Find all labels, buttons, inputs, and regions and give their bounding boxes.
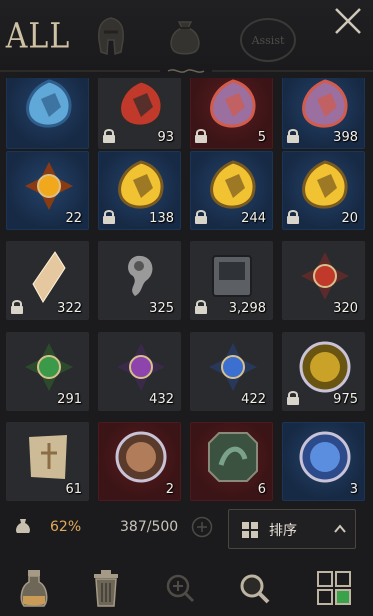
trash-icon[interactable] (86, 566, 126, 610)
ornament-divider (0, 69, 373, 73)
lock-icon (287, 129, 299, 143)
item-count: 291 (57, 392, 82, 407)
golden-rainbow-ore-icon (118, 160, 164, 209)
blue-crystal-icon (26, 79, 72, 128)
close-icon[interactable] (333, 6, 363, 36)
treasure-map-icon (29, 435, 67, 479)
inventory-slot[interactable]: 2 (98, 422, 181, 501)
inventory-footer: 62% 387/500 排序 (0, 505, 373, 555)
item-count: 422 (241, 392, 266, 407)
item-count: 432 (149, 392, 174, 407)
inventory-slot[interactable]: 244 (190, 151, 273, 230)
item-count: 322 (57, 301, 82, 316)
inventory-slot[interactable]: 5 (190, 78, 273, 149)
inventory-slot[interactable]: 3 (282, 422, 365, 501)
lock-icon (103, 129, 115, 143)
item-count: 93 (157, 130, 174, 145)
inventory-grid: 93 5 398 22 138 244 20 322 325 3,298 320 … (6, 78, 367, 504)
item-count: 325 (149, 301, 174, 316)
item-count: 6 (257, 482, 266, 497)
tab-all[interactable]: ALL (6, 11, 70, 62)
golden-rainbow-ore-icon (302, 160, 348, 209)
golden-rainbow-ore-icon (210, 160, 256, 209)
weight-icon (16, 519, 30, 533)
lock-icon (195, 300, 207, 314)
crystal-shard-icon (32, 251, 66, 303)
item-count: 5 (257, 130, 266, 145)
sort-dropdown[interactable]: 排序 (228, 509, 356, 549)
inventory-slot[interactable]: 422 (190, 332, 273, 411)
expand-capacity-button[interactable] (191, 516, 213, 538)
inventory-slot[interactable]: 61 (6, 422, 89, 501)
item-count: 320 (333, 301, 358, 316)
item-count: 2 (165, 482, 174, 497)
blue-medal-icon (209, 343, 257, 391)
lock-icon (195, 210, 207, 224)
capacity-count: 387/500 (120, 519, 179, 535)
tab-assist[interactable]: Assist (240, 18, 296, 62)
inventory-slot[interactable]: 20 (282, 151, 365, 230)
lock-icon (287, 391, 299, 405)
item-count: 3,298 (228, 301, 266, 316)
chevron-up-icon (334, 524, 346, 533)
inventory-slot[interactable]: 320 (282, 241, 365, 320)
bottom-action-bar (0, 556, 373, 616)
inventory-slot[interactable] (6, 78, 89, 149)
organize-icon[interactable] (314, 566, 354, 610)
inventory-slot[interactable]: 291 (6, 332, 89, 411)
item-count: 61 (65, 482, 82, 497)
weight-percent: 62% (50, 519, 82, 535)
item-count: 22 (65, 211, 82, 226)
inventory-slot[interactable]: 322 (6, 241, 89, 320)
item-count: 20 (341, 211, 358, 226)
gold-book-seal-icon (299, 341, 351, 393)
inventory-slot[interactable]: 325 (98, 241, 181, 320)
item-count: 138 (149, 211, 174, 226)
rainbow-ore-icon (302, 79, 348, 128)
zoom-in-icon[interactable] (160, 566, 200, 610)
bronze-coin-icon (115, 431, 167, 483)
lock-icon (287, 210, 299, 224)
potion-icon[interactable] (14, 566, 54, 610)
item-count: 244 (241, 211, 266, 226)
tab-materials[interactable] (162, 14, 208, 58)
tome-stack-icon (212, 255, 252, 297)
search-icon[interactable] (234, 566, 274, 610)
red-medal-icon (301, 252, 349, 300)
green-medal-icon (25, 343, 73, 391)
item-count: 3 (349, 482, 358, 497)
inventory-slot[interactable]: 432 (98, 332, 181, 411)
inventory-slot[interactable]: 22 (6, 151, 89, 230)
gray-comma-stone-icon (128, 255, 153, 296)
lock-icon (195, 129, 207, 143)
sun-star-gem-icon (25, 162, 73, 210)
tab-equipment[interactable] (88, 14, 134, 58)
lock-icon (103, 210, 115, 224)
item-count: 398 (333, 130, 358, 145)
blue-coin-icon (299, 431, 351, 483)
dark-flame-gem-icon (118, 79, 164, 128)
helmet-icon (98, 17, 124, 56)
inventory-slot[interactable]: 3,298 (190, 241, 273, 320)
sort-label: 排序 (269, 523, 297, 539)
inventory-slot[interactable]: 398 (282, 78, 365, 149)
inventory-slot[interactable]: 138 (98, 151, 181, 230)
lock-icon (11, 300, 23, 314)
pouch-icon (170, 21, 200, 55)
inventory-slot[interactable]: 6 (190, 422, 273, 501)
inventory-slot[interactable]: 93 (98, 78, 181, 149)
dragon-plate-icon (208, 432, 258, 482)
inventory-slot[interactable]: 975 (282, 332, 365, 411)
sort-grid-icon (242, 522, 258, 538)
top-tab-bar: ALL Assist (0, 0, 373, 73)
item-count: 975 (333, 392, 358, 407)
purple-medal-icon (117, 343, 165, 391)
rainbow-ore-icon (210, 79, 256, 128)
